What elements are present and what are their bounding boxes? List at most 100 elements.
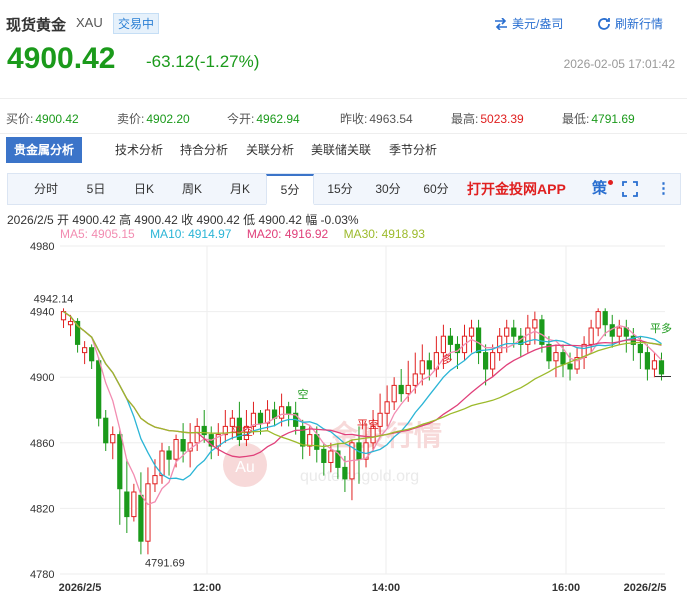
tab-seasonal[interactable]: 季节分析 (389, 137, 437, 163)
y-tick-label: 4900 (30, 372, 54, 384)
tab-positions[interactable]: 持合分析 (180, 137, 228, 163)
period-tab-weekly[interactable]: 周K (172, 174, 212, 204)
watermark-au: Au (235, 459, 255, 476)
currency-unit-link[interactable]: 美元/盎司 (494, 15, 563, 32)
tab-precious-metals[interactable]: 贵金属分析 (6, 137, 83, 163)
fullscreen-icon[interactable] (622, 174, 638, 208)
y-tick-label: 4940 (30, 307, 54, 319)
candle-body (504, 327, 510, 337)
candlestick-chart[interactable]: 4980 4940 4900 4860 4820 4780 2026/2/5 12:00 14:… (0, 240, 687, 596)
candle-body (468, 327, 475, 337)
more-options-icon[interactable]: ⋮ (656, 174, 671, 204)
notification-dot (608, 180, 613, 185)
candle-body (110, 434, 116, 444)
period-tab-60min[interactable]: 60分 (416, 174, 456, 204)
ma5-label: MA5: 4905.15 (60, 227, 135, 241)
x-tick-label: 2026/2/5 (624, 582, 667, 594)
high-stat: 最高: 5023.39 (451, 112, 524, 126)
candle-body (96, 360, 102, 419)
ohlc-info: 2026/2/5 开 4900.42 高 4900.42 收 4900.42 低… (7, 213, 359, 227)
candle-body (131, 491, 137, 518)
ma-legend: MA5: 4905.15 MA10: 4914.97 MA20: 4916.92… (60, 227, 437, 241)
candle-body (447, 335, 454, 345)
high-annotation: 4942.14 (34, 293, 74, 305)
candle-body (560, 352, 566, 365)
candle-body (124, 491, 130, 518)
low-stat: 最低: 4791.69 (562, 112, 635, 126)
candle-body (384, 401, 390, 414)
candle-body (286, 406, 292, 414)
ma30-label: MA30: 4918.93 (343, 227, 425, 241)
quote-timestamp: 2026-02-05 17:01:42 (563, 57, 675, 71)
candle-body (166, 450, 172, 460)
candle-body (440, 335, 447, 354)
x-tick-label: 2026/2/5 (59, 582, 102, 594)
period-tab-5min[interactable]: 5分 (266, 174, 314, 205)
candle-body (588, 327, 594, 345)
candle-body (307, 434, 313, 447)
candle-body (658, 360, 665, 375)
candle-body (532, 319, 538, 329)
x-tick-label: 14:00 (372, 582, 400, 594)
candle-body (595, 311, 601, 329)
candle-body (152, 475, 158, 485)
candle-body (602, 311, 608, 326)
candle-body (419, 360, 425, 375)
quote-stats-row: 买价: 4900.42 卖价: 4902.20 今开: 4962.94 昨收: 4963… (0, 98, 687, 134)
current-price: 4900.42 (7, 42, 116, 75)
ma10-label: MA10: 4914.97 (150, 227, 232, 241)
y-tick-label: 4780 (30, 569, 54, 581)
candle-body (398, 384, 404, 395)
candle-body (278, 406, 285, 419)
exchange-icon (495, 17, 507, 30)
tab-technical[interactable]: 技术分析 (115, 137, 163, 163)
candle-body (89, 347, 95, 362)
tab-fed-correlation[interactable]: 美联储关联 (311, 137, 371, 163)
candle-body (553, 352, 559, 362)
candle-body (67, 320, 74, 326)
period-tab-intraday[interactable]: 分时 (26, 174, 66, 204)
y-tick-label: 4980 (30, 241, 54, 253)
candle-body (637, 343, 643, 354)
period-tab-30min[interactable]: 30分 (368, 174, 408, 204)
candle-body (490, 352, 496, 370)
candle-body (483, 352, 489, 370)
candle-body (82, 347, 88, 354)
watermark-url: quote.cngold.org (300, 468, 419, 485)
trade-signal: 多 (442, 352, 453, 366)
candle-body (651, 360, 658, 370)
candle-body (644, 352, 651, 370)
candle-body (511, 327, 517, 337)
analysis-tabs: 贵金属分析 技术分析 持合分析 关联分析 美联储关联 季节分析 (0, 137, 687, 165)
candle-body (321, 448, 327, 463)
candle-body (426, 360, 432, 370)
ask-stat: 卖价: 4902.20 (117, 112, 190, 126)
currency-unit-label: 美元/盎司 (512, 17, 564, 31)
trade-signal: 平空 (231, 424, 253, 438)
candle-body (117, 434, 123, 490)
period-tabs: 分时 5日 日K 周K 月K 5分 15分 30分 60分 打开金投网APP 策… (7, 173, 681, 205)
candle-body (475, 327, 482, 354)
strategy-button[interactable]: 策 (592, 174, 613, 204)
candle-body (616, 327, 622, 337)
candle-body (405, 384, 411, 395)
candle-body (567, 363, 573, 370)
open-app-link[interactable]: 打开金投网APP (467, 174, 566, 204)
period-tab-5day[interactable]: 5日 (76, 174, 116, 204)
period-tab-15min[interactable]: 15分 (320, 174, 360, 204)
tab-correlation[interactable]: 关联分析 (246, 137, 294, 163)
candle-body (342, 466, 348, 480)
refresh-label: 刷新行情 (615, 17, 664, 31)
candle-body (180, 439, 186, 452)
candle-body (391, 384, 397, 403)
period-tab-monthly[interactable]: 月K (220, 174, 260, 204)
candle-body (412, 373, 418, 386)
trade-signal: 平多 (650, 321, 672, 335)
refresh-quote-link[interactable]: 刷新行情 (597, 15, 663, 32)
period-tab-daily[interactable]: 日K (124, 174, 164, 204)
ma10-line (63, 311, 662, 481)
candle-body (257, 412, 264, 424)
candle-body (103, 417, 109, 444)
candle-body (138, 494, 144, 542)
instrument-symbol: XAU (76, 15, 103, 30)
